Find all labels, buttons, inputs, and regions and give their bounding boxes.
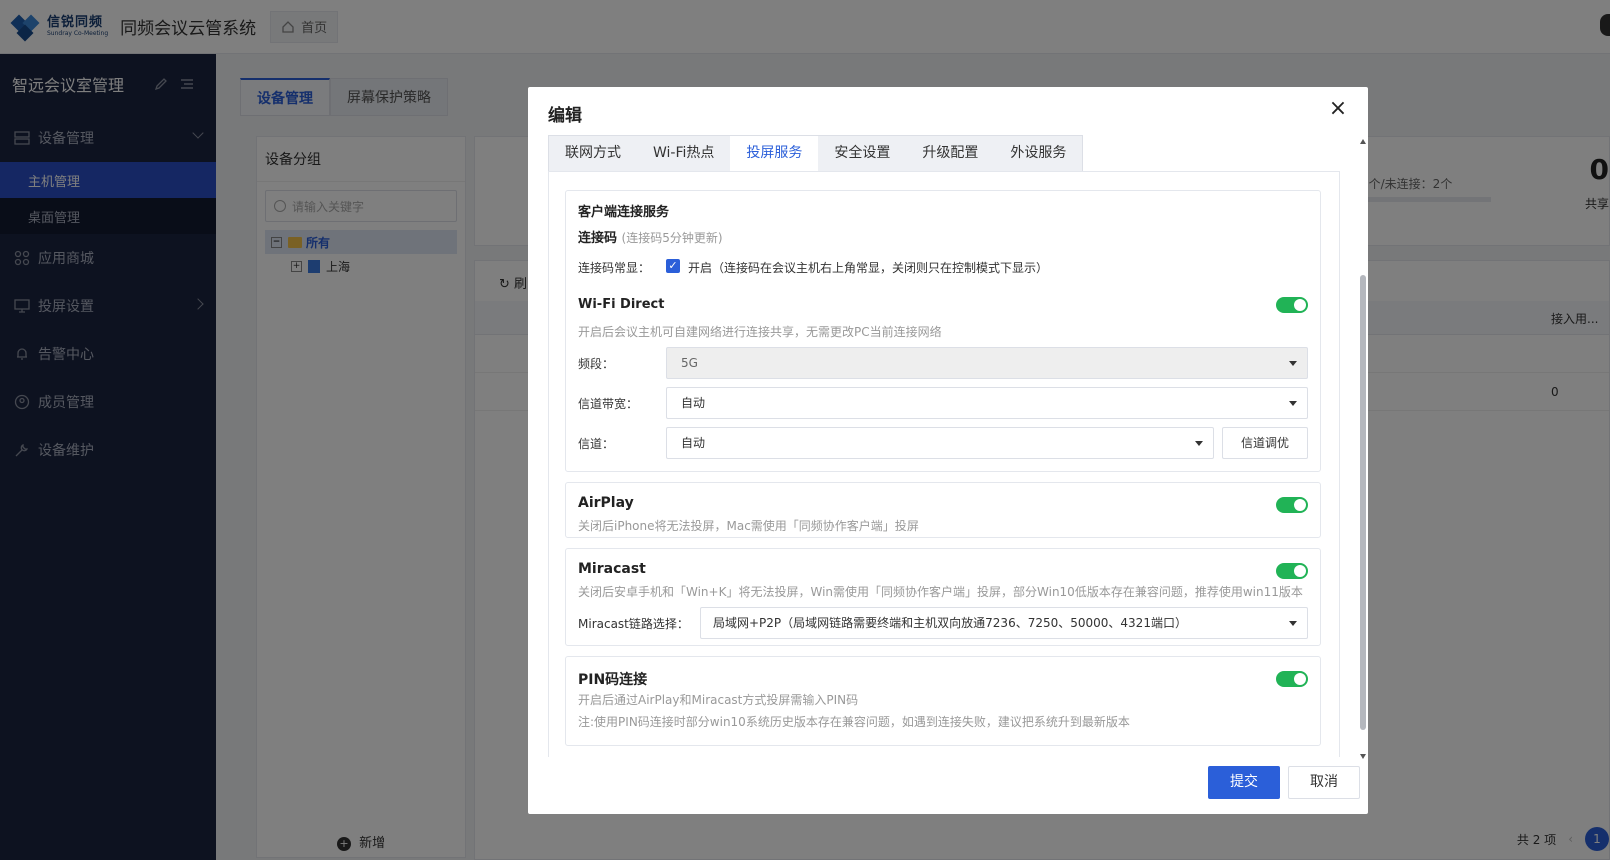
wifi-direct-toggle[interactable] [1276,297,1308,313]
band-value: 5G [681,356,698,370]
channel-tune-button[interactable]: 信道调优 [1222,427,1308,459]
pin-title: PIN码连接 [578,672,648,688]
miracast-link-label: Miracast链路选择： [578,617,689,631]
dialog-tabs: 联网方式 Wi-Fi热点 投屏服务 安全设置 升级配置 外设服务 [548,135,1084,172]
dropdown-caret-icon [1195,441,1203,446]
airplay-card: AirPlay 关闭后iPhone将无法投屏，Mac需使用「同频协作客户端」投屏 [565,482,1321,538]
connection-code-hint: (连接码5分钟更新) [621,231,723,245]
wifi-direct-title: Wi-Fi Direct [578,297,665,312]
connection-code-label: 连接码 [578,231,618,246]
channel-value: 自动 [681,436,706,450]
miracast-title: Miracast [578,561,646,577]
code-always-label: 连接码常显： [578,261,651,275]
client-service-title: 客户端连接服务 [578,205,670,220]
miracast-link-select[interactable]: 局域网+P2P（局域网链路需要终端和主机双向放通7236、7250、50000、… [700,607,1308,639]
airplay-toggle[interactable] [1276,497,1308,513]
band-select[interactable]: 5G [666,347,1308,379]
tab-security[interactable]: 安全设置 [818,136,906,171]
pin-card: PIN码连接 开启后通过AirPlay和Miracast方式投屏需输入PIN码 … [565,656,1321,746]
miracast-desc: 关闭后安卓手机和「Win+K」将无法投屏，Win需使用「同频协作客户端」投屏，部… [578,585,1303,599]
scroll-up-icon[interactable] [1360,139,1366,144]
channel-label: 信道： [578,437,615,451]
code-always-value: 开启（连接码在会议主机右上角常显，关闭则只在控制模式下显示） [688,261,1049,275]
bandwidth-label: 信道带宽： [578,397,639,411]
channel-select[interactable]: 自动 [666,427,1214,459]
airplay-desc: 关闭后iPhone将无法投屏，Mac需使用「同频协作客户端」投屏 [578,519,919,533]
dialog-body: 客户端连接服务 连接码 (连接码5分钟更新) 连接码常显： ✓ 开启（连接码在会… [548,171,1340,757]
bandwidth-value: 自动 [681,396,706,410]
dropdown-caret-icon [1289,401,1297,406]
tab-wifi-hotspot[interactable]: Wi-Fi热点 [637,136,730,171]
dropdown-caret-icon [1289,621,1297,626]
cancel-button[interactable]: 取消 [1288,766,1360,799]
pin-desc: 开启后通过AirPlay和Miracast方式投屏需输入PIN码 [578,693,859,707]
miracast-link-value: 局域网+P2P（局域网链路需要终端和主机双向放通7236、7250、50000、… [713,616,1187,630]
tab-screen-cast[interactable]: 投屏服务 [730,136,819,171]
bandwidth-select[interactable]: 自动 [666,387,1308,419]
dialog-scrollbar[interactable] [1360,139,1366,759]
submit-button[interactable]: 提交 [1208,766,1280,799]
band-label: 频段： [578,357,615,371]
tab-upgrade[interactable]: 升级配置 [906,136,994,171]
edit-dialog: 编辑 × 联网方式 Wi-Fi热点 投屏服务 安全设置 升级配置 外设服务 客户… [528,87,1368,814]
tab-peripherals[interactable]: 外设服务 [994,136,1082,171]
code-always-checkbox[interactable]: ✓ [666,259,680,273]
scrollbar-thumb[interactable] [1360,275,1366,730]
dialog-title: 编辑 [548,106,582,126]
pin-note: 注:使用PIN码连接时部分win10系统历史版本存在兼容问题，如遇到连接失败，建… [578,715,1130,729]
pin-toggle[interactable] [1276,671,1308,687]
close-icon[interactable]: × [1328,98,1348,120]
dropdown-caret-icon [1289,361,1297,366]
wifi-direct-desc: 开启后会议主机可自建网络进行连接共享，无需更改PC当前连接网络 [578,325,942,339]
miracast-card: Miracast 关闭后安卓手机和「Win+K」将无法投屏，Win需使用「同频协… [565,548,1321,646]
client-connection-card: 客户端连接服务 连接码 (连接码5分钟更新) 连接码常显： ✓ 开启（连接码在会… [565,190,1321,472]
tab-network[interactable]: 联网方式 [549,136,637,171]
miracast-toggle[interactable] [1276,563,1308,579]
scroll-down-icon[interactable] [1360,754,1366,759]
airplay-title: AirPlay [578,495,634,511]
